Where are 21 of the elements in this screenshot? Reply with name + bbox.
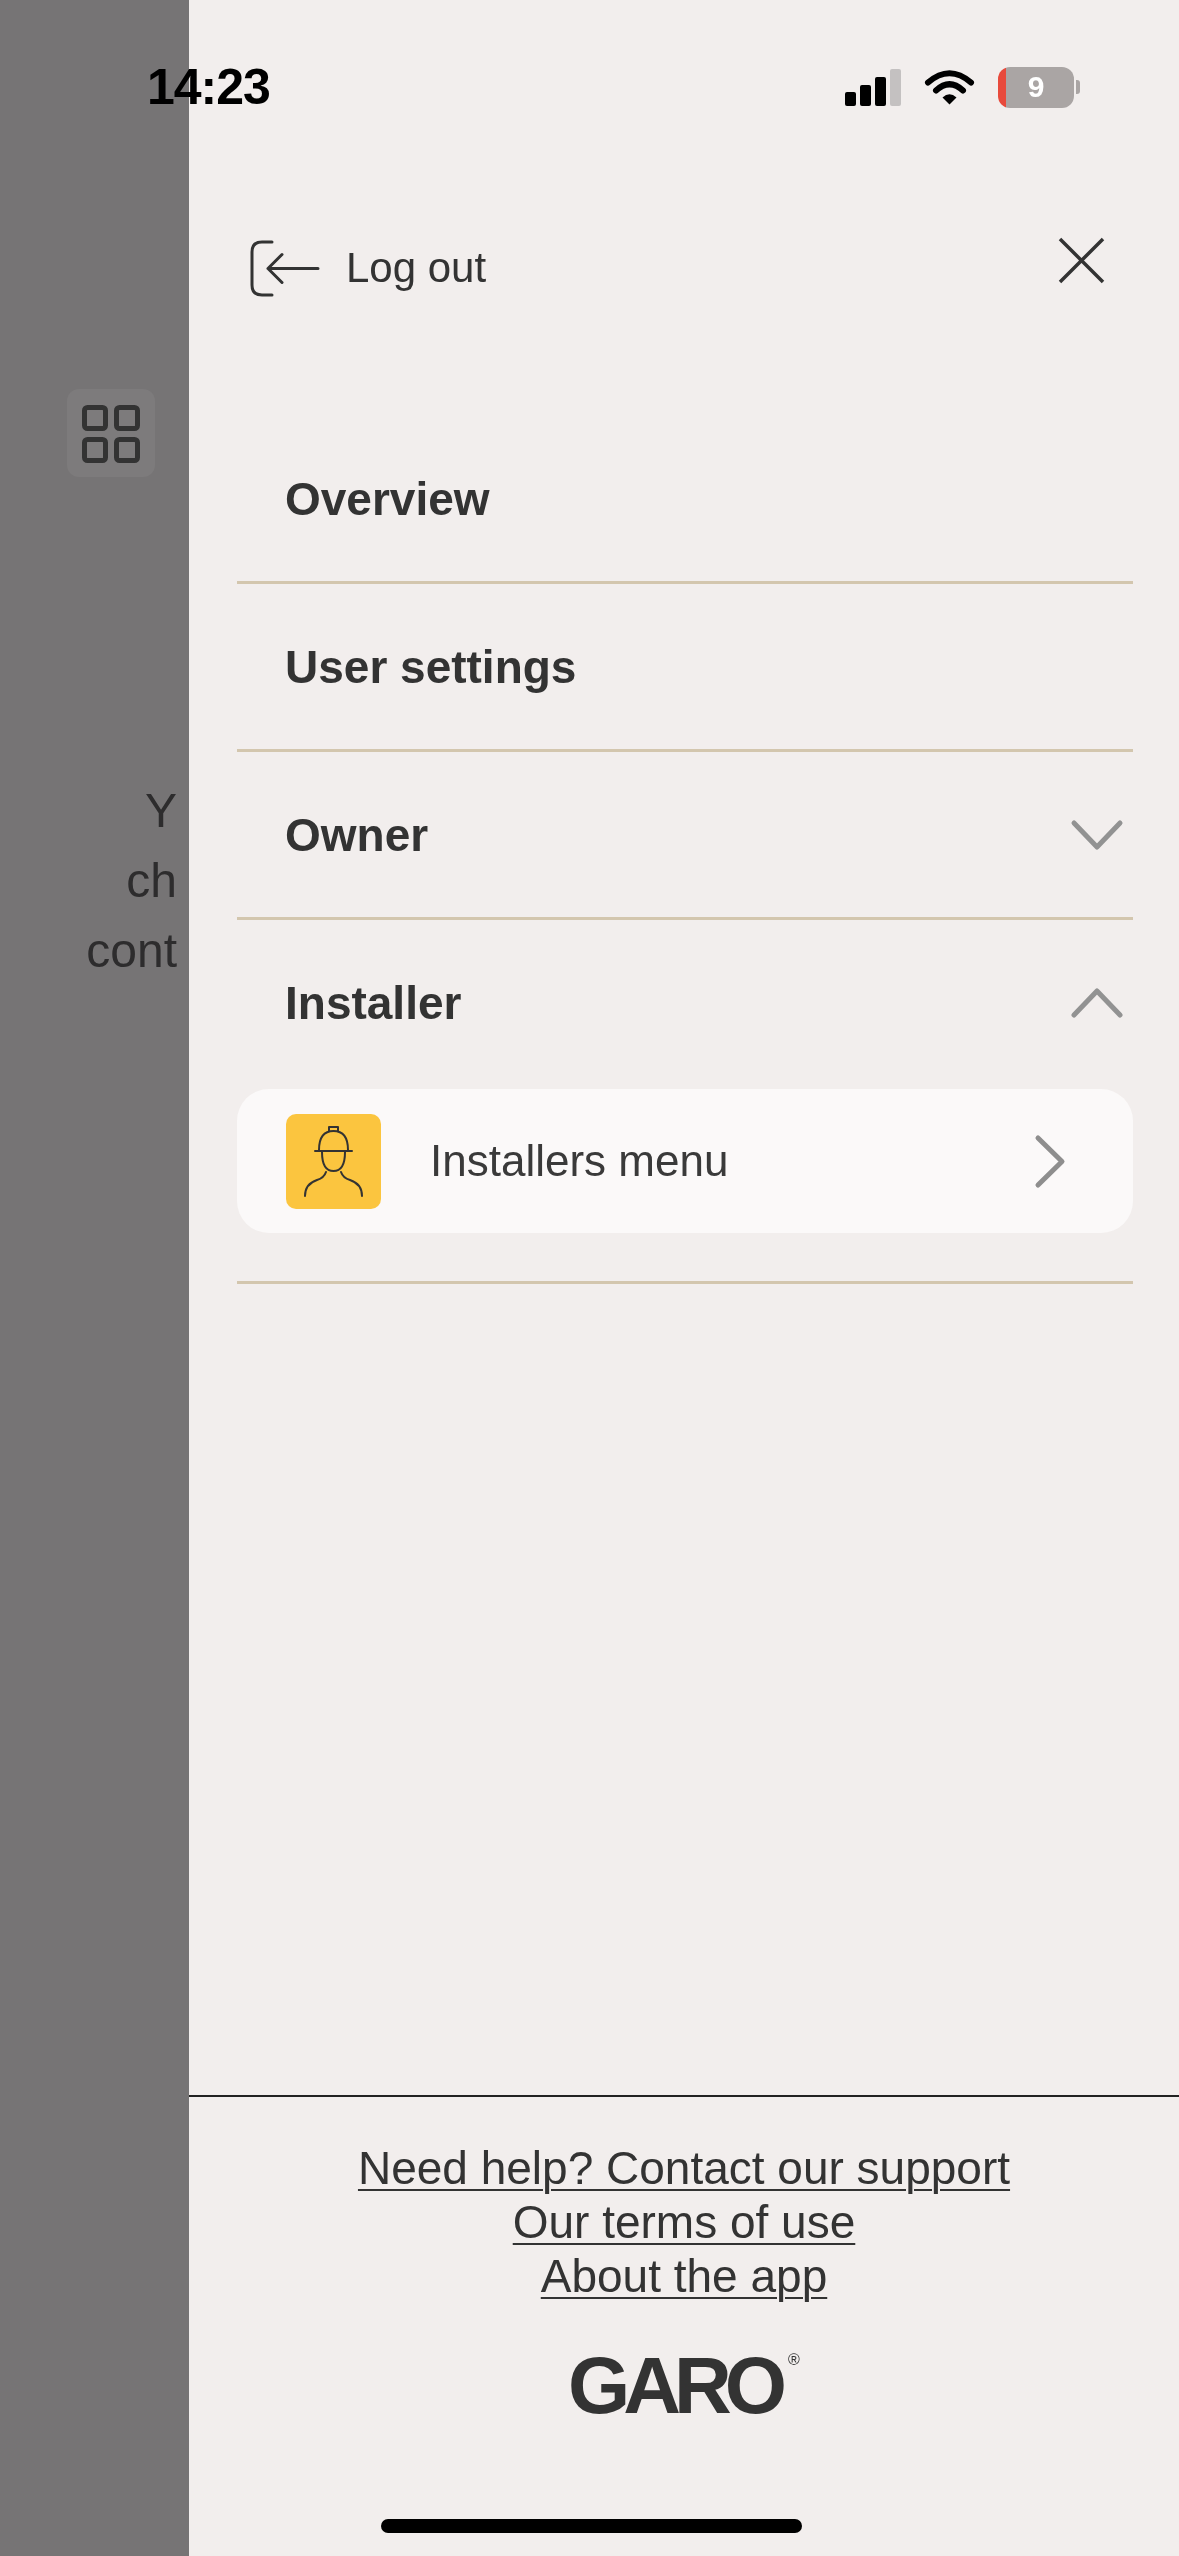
wifi-icon [924,68,975,106]
background-text: ch [126,853,177,909]
background-text: cont [86,923,177,979]
submenu-item[interactable]: Installers menu [237,1089,1133,1233]
footer-link[interactable]: Our terms of use [512,2195,856,2249]
background-text: Y [145,783,177,839]
status-time: 14:23 [147,58,270,116]
chevron-right-icon [1034,1133,1066,1189]
footer-link[interactable]: About the app [540,2249,828,2303]
menu-item[interactable]: Overview [237,416,1133,581]
menu-item[interactable]: Owner [237,752,1133,917]
signal-icon [845,68,901,106]
close-icon [1058,237,1105,284]
footer-link[interactable]: Need help? Contact our support [357,2141,1011,2195]
grid-icon[interactable] [67,389,155,477]
menu-item[interactable]: User settings [237,584,1133,749]
logout-button[interactable]: Log out [250,239,487,297]
logout-icon [250,239,320,297]
worker-icon [286,1113,381,1209]
close-button[interactable] [1058,237,1105,284]
menu-item[interactable]: Installer [237,920,1133,1085]
